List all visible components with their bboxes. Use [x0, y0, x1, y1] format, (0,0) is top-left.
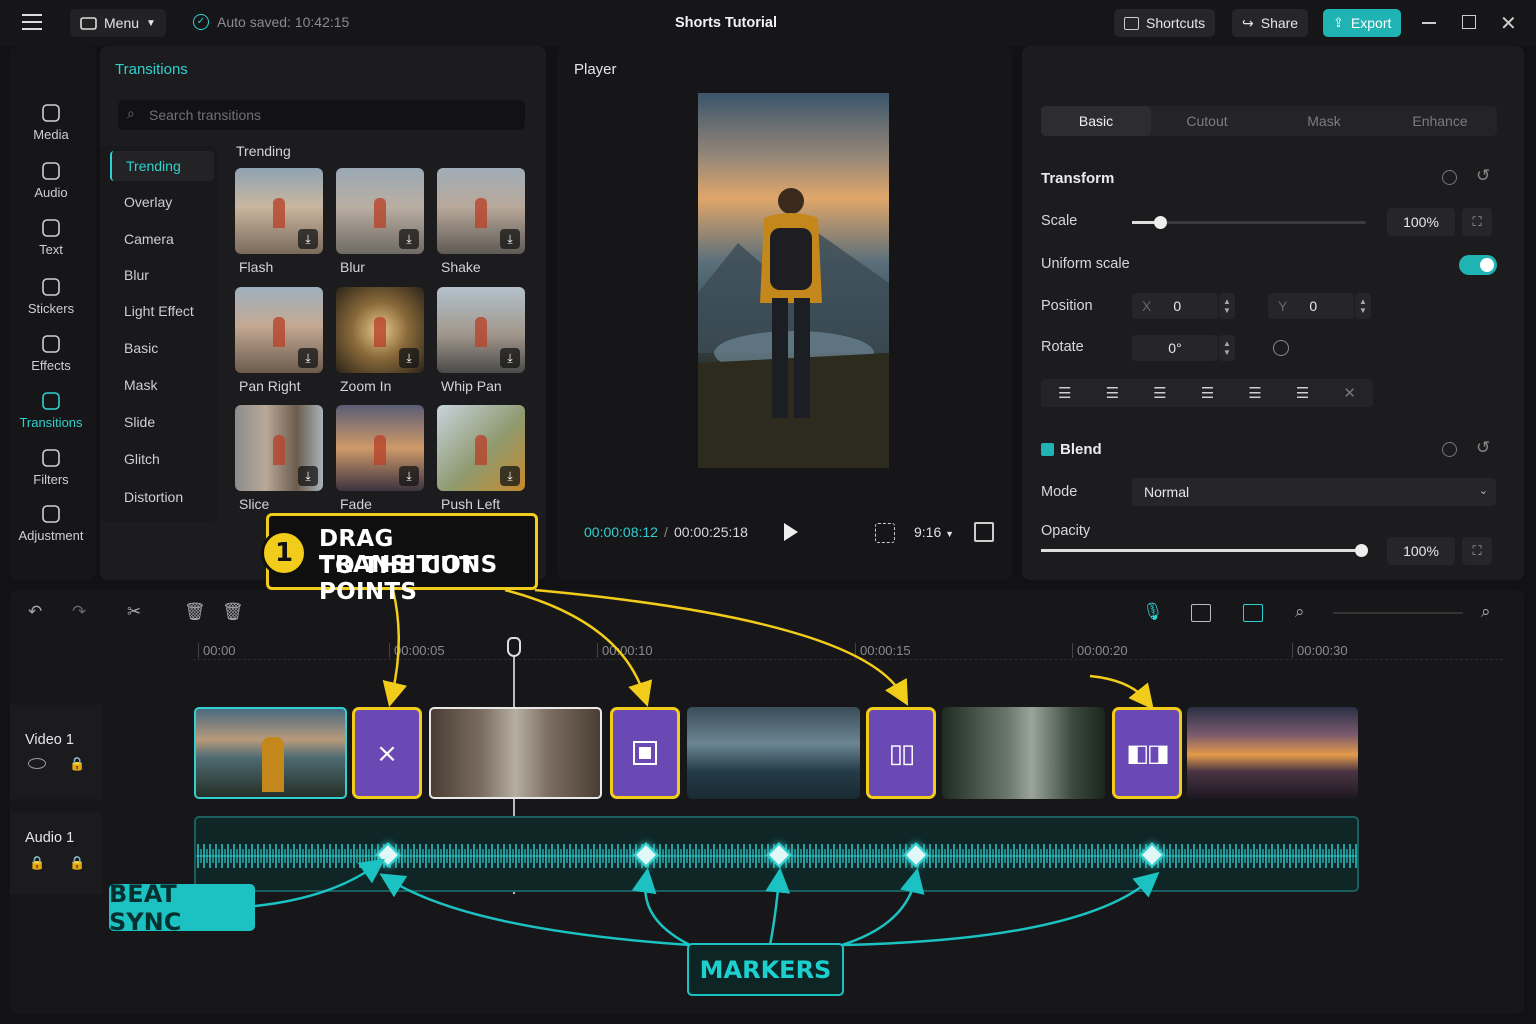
markers-label: MARKERS — [699, 955, 832, 984]
instruction-callout: 1 DRAG TRANSITIONS TO THE CUT POINTS — [261, 513, 538, 605]
markers-callout: MARKERS — [687, 943, 844, 996]
beat-sync-callout: BEAT SYNC — [109, 880, 255, 936]
annotation-arrows — [254, 588, 1160, 947]
step-badge: 1 — [261, 530, 307, 576]
callout-line-2: TO THE CUT POINTS — [319, 553, 476, 605]
